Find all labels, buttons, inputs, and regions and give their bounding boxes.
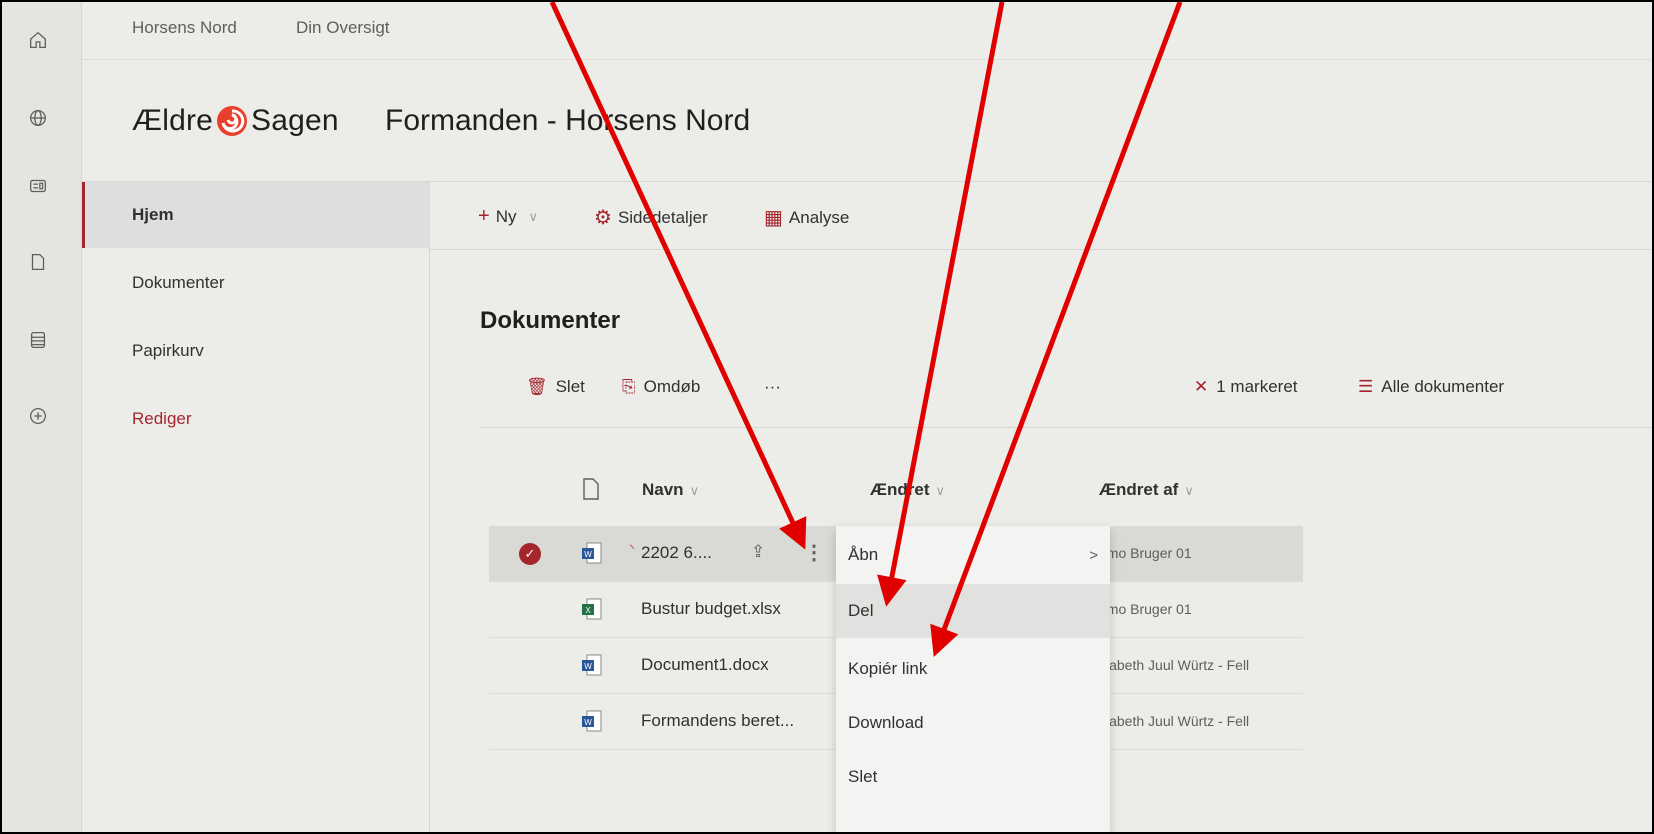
site-title[interactable]: Formanden - Horsens Nord xyxy=(385,104,750,138)
page-details-button[interactable]: ⚙ Sidedetaljer xyxy=(594,205,708,230)
nav-item-rediger[interactable]: Rediger xyxy=(82,386,430,452)
chevron-right-icon: > xyxy=(1089,546,1098,564)
modified-by: izabeth Juul Würtz - Fell xyxy=(1099,657,1250,673)
checkmark-icon[interactable]: ✓ xyxy=(519,543,541,565)
word-icon: W xyxy=(582,542,602,564)
hub-link-horsens-nord[interactable]: Horsens Nord xyxy=(132,18,237,38)
analytics-icon: ▦ xyxy=(764,207,783,229)
nav-item-label: Rediger xyxy=(132,409,192,428)
filter-list-icon: ☰ xyxy=(1358,377,1374,396)
file-type-header-icon[interactable] xyxy=(582,478,602,502)
context-menu: Åbn > Del Kopiér link Download Slet xyxy=(836,526,1110,832)
nav-item-label: Dokumenter xyxy=(132,273,225,292)
command-divider xyxy=(480,427,1652,428)
share-icon[interactable]: ⇪ xyxy=(751,542,765,562)
page-command-bar: + Ny ∨ ⚙ Sidedetaljer ▦ Analyse xyxy=(430,182,1652,250)
rename-button[interactable]: ⎘ Omdøb xyxy=(622,377,700,397)
more-commands-button[interactable]: ··· xyxy=(764,377,781,397)
column-header-modified-by[interactable]: Ændret af ∨ xyxy=(1099,480,1194,500)
selected-count: 1 markeret xyxy=(1216,377,1298,396)
column-header-modified[interactable]: Ændret ∨ xyxy=(870,480,945,500)
hub-navigation: Horsens Nord Din Oversigt xyxy=(82,2,1652,60)
new-label: Ny xyxy=(495,206,517,226)
modified-by: izabeth Juul Würtz - Fell xyxy=(1099,713,1250,729)
nav-item-hjem[interactable]: Hjem xyxy=(82,182,430,248)
menu-item-open[interactable]: Åbn > xyxy=(836,528,1110,582)
menu-item-label: Download xyxy=(848,713,924,732)
file-name[interactable]: Formandens beret... xyxy=(641,711,794,731)
file-name[interactable]: Document1.docx xyxy=(641,655,769,675)
view-selector[interactable]: ☰ Alle dokumenter xyxy=(1358,377,1504,397)
analytics-button[interactable]: ▦ Analyse xyxy=(764,205,849,230)
chevron-down-icon: ∨ xyxy=(689,483,700,498)
clear-selection-button[interactable]: ✕ 1 markeret xyxy=(1194,377,1298,397)
close-icon: ✕ xyxy=(1194,377,1209,396)
column-modified-label: Ændret xyxy=(870,480,930,499)
nav-item-dokumenter[interactable]: Dokumenter xyxy=(82,250,430,316)
file-name[interactable]: 2202 6.... xyxy=(641,543,712,563)
screenshot-frame: Horsens Nord Din Oversigt Ældre Sagen Fo… xyxy=(0,0,1654,834)
menu-item-share[interactable]: Del xyxy=(836,584,1110,638)
menu-item-label: Åbn xyxy=(848,545,879,564)
page-details-label: Sidedetaljer xyxy=(617,207,708,227)
nav-item-papirkurv[interactable]: Papirkurv xyxy=(82,318,430,384)
more-actions-icon[interactable]: ⋮ xyxy=(804,540,824,565)
trash-icon: 🗑 xyxy=(526,377,548,396)
menu-item-label: Kopiér link xyxy=(848,659,928,678)
logo-text-left: Ældre xyxy=(132,104,214,137)
svg-text:W: W xyxy=(584,662,592,671)
modified-by: emo Bruger 01 xyxy=(1099,545,1192,561)
column-modified-by-label: Ændret af xyxy=(1099,480,1179,499)
nav-item-label: Papirkurv xyxy=(132,341,204,360)
rename-label: Omdøb xyxy=(643,377,701,396)
logo-swirl-icon xyxy=(217,106,248,136)
svg-text:W: W xyxy=(584,550,592,559)
more-label: ··· xyxy=(764,377,781,396)
file-icon[interactable] xyxy=(24,248,52,276)
modified-by: emo Bruger 01 xyxy=(1099,601,1192,617)
left-navigation: Hjem Dokumenter Papirkurv Rediger xyxy=(82,182,430,832)
chevron-down-icon: ∨ xyxy=(935,483,946,498)
add-icon[interactable] xyxy=(24,402,52,430)
svg-text:X: X xyxy=(585,606,591,615)
new-item-indicator-icon: ⸌ xyxy=(629,542,636,556)
gear-icon: ⚙ xyxy=(594,207,612,229)
menu-item-download[interactable]: Download xyxy=(836,696,1110,750)
rename-icon: ⎘ xyxy=(622,377,636,396)
hub-link-din-oversigt[interactable]: Din Oversigt xyxy=(296,18,390,38)
new-button[interactable]: + Ny ∨ xyxy=(478,205,538,228)
delete-button[interactable]: 🗑 Slet xyxy=(526,377,585,397)
view-label: Alle dokumenter xyxy=(1381,377,1505,396)
chevron-down-icon: ∨ xyxy=(528,208,538,224)
analytics-label: Analyse xyxy=(788,207,850,227)
site-logo[interactable]: Ældre Sagen xyxy=(132,104,339,138)
menu-item-label: Slet xyxy=(848,767,878,786)
svg-text:W: W xyxy=(584,718,592,727)
list-icon[interactable] xyxy=(24,326,52,354)
column-name-label: Navn xyxy=(642,480,684,499)
home-icon[interactable] xyxy=(24,26,52,54)
excel-icon: X xyxy=(582,598,602,620)
word-icon: W xyxy=(582,654,602,676)
news-icon[interactable] xyxy=(24,172,52,200)
plus-icon: + xyxy=(478,205,490,227)
menu-item-label: Del xyxy=(848,601,874,620)
menu-item-copy-link[interactable]: Kopiér link xyxy=(836,642,1110,696)
app-rail xyxy=(2,2,82,832)
logo-text-right: Sagen xyxy=(251,104,339,137)
column-header-name[interactable]: Navn ∨ xyxy=(642,480,699,500)
site-header: Ældre Sagen Formanden - Horsens Nord xyxy=(82,60,1652,182)
file-name[interactable]: Bustur budget.xlsx xyxy=(641,599,781,619)
menu-item-delete[interactable]: Slet xyxy=(836,750,1110,804)
delete-label: Slet xyxy=(555,377,585,396)
word-icon: W xyxy=(582,710,602,732)
chevron-down-icon: ∨ xyxy=(1184,483,1194,498)
nav-item-label: Hjem xyxy=(132,205,174,224)
library-title: Dokumenter xyxy=(480,307,621,334)
globe-icon[interactable] xyxy=(24,104,52,132)
